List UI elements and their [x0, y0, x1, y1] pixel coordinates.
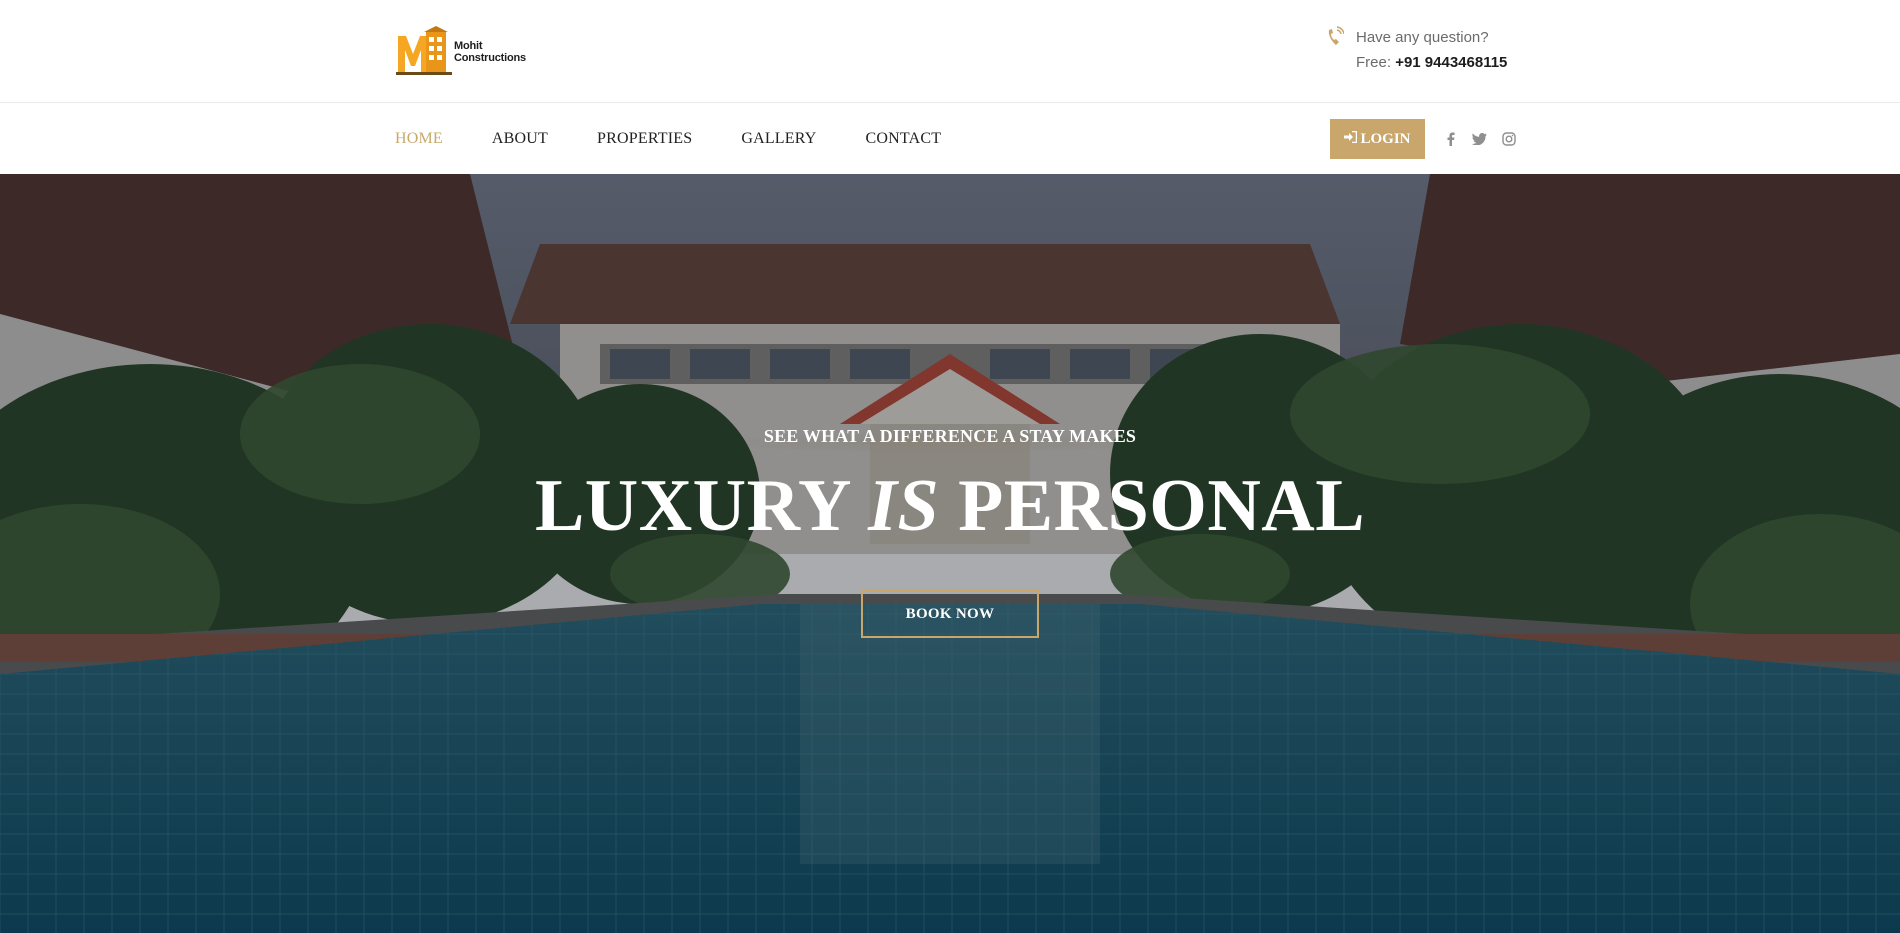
login-label: LOGIN: [1360, 130, 1411, 147]
social-links: [1436, 129, 1523, 149]
hero-title-part-1: LUXURY: [534, 465, 869, 547]
hero-title-part-2: PERSONAL: [939, 465, 1366, 547]
hero-section: SEE WHAT A DIFFERENCE A STAY MAKES LUXUR…: [0, 174, 1900, 933]
book-now-button[interactable]: BOOK NOW: [861, 590, 1039, 638]
nav-item-properties[interactable]: PROPERTIES: [597, 130, 692, 148]
nav-item-contact[interactable]: CONTACT: [866, 130, 942, 148]
facebook-icon[interactable]: [1436, 129, 1465, 149]
logo[interactable]: Mohit Constructions: [396, 26, 531, 78]
sign-in-icon: [1344, 130, 1358, 147]
logo-line-1: Mohit: [454, 40, 483, 52]
phone-number[interactable]: +91 9443468115: [1395, 54, 1507, 71]
hero-title-italic: IS: [868, 465, 940, 547]
login-button[interactable]: LOGIN: [1330, 119, 1425, 159]
contact-info: Have any question? Free: +91 9443468115: [1326, 26, 1516, 76]
logo-mark-icon: [396, 26, 454, 78]
nav-item-home[interactable]: HOME: [395, 130, 443, 148]
logo-text: Mohit Constructions: [454, 40, 526, 64]
top-bar: Mohit Constructions Have any question? F…: [0, 0, 1900, 103]
logo-line-2: Constructions: [454, 52, 526, 64]
nav-item-about[interactable]: ABOUT: [492, 130, 548, 148]
hero-title: LUXURY IS PERSONAL: [0, 464, 1900, 548]
hero-overlay: [0, 174, 1900, 933]
instagram-icon[interactable]: [1494, 129, 1523, 149]
nav-item-gallery[interactable]: GALLERY: [741, 130, 816, 148]
hero-subtitle: SEE WHAT A DIFFERENCE A STAY MAKES: [763, 426, 1137, 446]
free-label: Free:: [1356, 54, 1392, 71]
twitter-icon[interactable]: [1465, 129, 1494, 149]
phone-icon: [1326, 26, 1345, 48]
contact-question: Have any question?: [1356, 29, 1489, 46]
main-nav: HOME ABOUT PROPERTIES GALLERY CONTACT LO…: [0, 104, 1900, 174]
contact-phone-line: Free: +91 9443468115: [1356, 54, 1507, 71]
nav-menu: HOME ABOUT PROPERTIES GALLERY CONTACT: [395, 104, 990, 174]
